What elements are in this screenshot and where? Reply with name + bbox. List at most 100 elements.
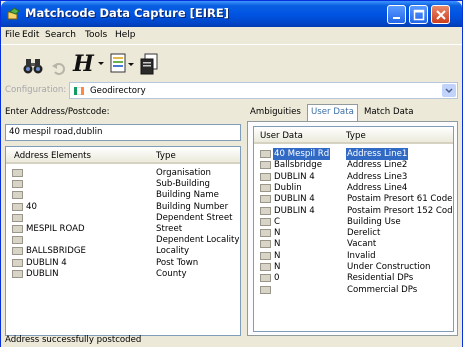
table-row[interactable]: Sub-Building — [6, 178, 240, 190]
field-icon — [260, 263, 271, 271]
field-icon — [260, 195, 271, 204]
user-data-type: Building Use — [347, 216, 401, 227]
user-data-type: Address Line2 — [347, 160, 408, 171]
field-icon — [260, 183, 271, 192]
table-row[interactable]: Building Name — [6, 189, 240, 201]
user-data-value: DUBLIN 4 — [274, 205, 315, 216]
user-data-type: Residential DPs — [347, 273, 414, 284]
user-data-value: 40 Mespil Rd — [273, 148, 331, 160]
table-row[interactable]: N Under Construction — [254, 261, 453, 273]
h-icon[interactable]: H — [71, 50, 105, 76]
ireland-flag-icon — [74, 87, 84, 95]
column-header-type[interactable]: Type — [346, 131, 366, 141]
minimize-icon — [393, 17, 400, 19]
column-header-elements[interactable]: Address Elements — [14, 151, 91, 161]
chevron-down-icon[interactable] — [442, 84, 456, 97]
table-row[interactable]: Dependent Street — [6, 212, 240, 224]
table-row[interactable]: 40 Building Number — [6, 201, 240, 213]
user-data-value: N — [274, 239, 281, 250]
table-row[interactable]: Dependent Locality — [6, 234, 240, 246]
document-icon[interactable] — [139, 51, 159, 77]
address-input[interactable]: 40 mespil road,dublin — [5, 124, 241, 141]
user-data-type: Address Line4 — [347, 182, 408, 193]
field-icon — [12, 258, 23, 267]
table-row[interactable]: N Vacant — [254, 238, 453, 250]
table-row[interactable]: DUBLIN 4 Postaim Presort 152 Code — [254, 205, 453, 217]
table-row[interactable]: C Building Use — [254, 216, 453, 228]
table-row[interactable]: DUBLIN County — [6, 268, 240, 280]
field-icon — [260, 229, 271, 238]
address-element-type: Post Town — [156, 257, 199, 268]
menu-help[interactable]: Help — [115, 30, 136, 40]
address-element-type: County — [156, 268, 187, 279]
tab-match-data[interactable]: Match Data — [361, 105, 416, 121]
field-icon — [12, 180, 23, 189]
table-row[interactable]: 0 Residential DPs — [254, 272, 453, 284]
address-element-type: Locality — [156, 246, 190, 257]
user-data-type: Derelict — [347, 228, 381, 239]
address-elements-list[interactable]: Address Elements Type Organisation Sub-Bu… — [5, 146, 241, 336]
menu-bar: File Edit Search Tools Help — [1, 27, 462, 44]
table-row[interactable]: DUBLIN 4 Address Line3 — [254, 171, 453, 183]
field-icon — [260, 240, 271, 249]
field-icon — [260, 150, 271, 158]
table-row[interactable]: Dublin Address Line4 — [254, 182, 453, 194]
field-icon — [260, 217, 271, 226]
close-button[interactable] — [431, 5, 450, 24]
list-icon[interactable] — [109, 51, 135, 77]
tab-ambiguities[interactable]: Ambiguities — [247, 105, 304, 121]
address-element-value: DUBLIN 4 — [26, 257, 67, 268]
status-text: Address successfully postcoded — [5, 335, 142, 345]
table-row[interactable]: Organisation — [6, 167, 240, 179]
table-row[interactable]: Ballsbridge Address Line2 — [254, 159, 453, 171]
tab-user-data[interactable]: User Data — [307, 104, 358, 121]
list-header: User Data Type — [254, 127, 453, 144]
user-data-value: Dublin — [274, 182, 302, 193]
column-header-type[interactable]: Type — [156, 151, 176, 161]
address-element-value: BALLSBRIDGE — [26, 246, 86, 257]
list-header: Address Elements Type — [6, 147, 240, 164]
table-row[interactable]: N Derelict — [254, 227, 453, 239]
table-row[interactable]: DUBLIN 4 Postaim Presort 61 Code — [254, 193, 453, 205]
user-data-type: Invalid — [347, 250, 376, 261]
field-icon — [12, 191, 23, 200]
user-data-value: Ballsbridge — [274, 160, 322, 171]
table-row[interactable]: BALLSBRIDGE Locality — [6, 245, 240, 257]
maximize-button[interactable] — [409, 5, 428, 24]
table-row[interactable]: Commercial DPs — [254, 284, 453, 296]
user-data-type: Postaim Presort 152 Code — [347, 205, 454, 216]
close-icon — [436, 10, 446, 20]
user-data-type: Under Construction — [347, 262, 431, 272]
minimize-button[interactable] — [387, 5, 406, 24]
table-row[interactable]: MESPIL ROAD Street — [6, 223, 240, 235]
configuration-value: Geodirectory — [90, 86, 146, 96]
app-icon — [7, 7, 20, 20]
menu-search[interactable]: Search — [45, 30, 76, 40]
menu-edit[interactable]: Edit — [22, 30, 39, 40]
address-element-type: Street — [156, 224, 183, 234]
configuration-bar: Configuration: Geodirectory — [1, 79, 462, 103]
column-header-user-data[interactable]: User Data — [260, 131, 303, 141]
title-bar[interactable]: Matchcode Data Capture [EIRE] — [1, 1, 462, 27]
field-icon — [260, 172, 271, 181]
field-icon — [260, 161, 271, 170]
table-row[interactable]: DUBLIN 4 Post Town — [6, 257, 240, 269]
address-element-value: 40 — [26, 201, 37, 212]
binoculars-icon[interactable] — [23, 53, 43, 79]
undo-icon[interactable] — [51, 55, 65, 81]
user-data-list[interactable]: User Data Type 40 Mespil Rd Address Line1… — [253, 126, 454, 332]
user-data-value: N — [274, 250, 281, 261]
user-data-value: DUBLIN 4 — [274, 194, 315, 205]
field-icon — [12, 236, 23, 245]
user-data-value: DUBLIN 4 — [274, 171, 315, 182]
table-row[interactable]: N Invalid — [254, 250, 453, 262]
user-data-type: Address Line3 — [347, 171, 408, 182]
field-icon — [260, 251, 271, 260]
address-element-value: DUBLIN — [26, 268, 59, 279]
address-element-type: Dependent Locality — [156, 235, 240, 246]
menu-file[interactable]: File — [5, 30, 20, 40]
address-element-type: Organisation — [156, 168, 211, 178]
table-row[interactable]: 40 Mespil Rd Address Line1 — [254, 148, 453, 160]
configuration-select[interactable]: Geodirectory — [69, 82, 458, 99]
menu-tools[interactable]: Tools — [85, 30, 107, 40]
